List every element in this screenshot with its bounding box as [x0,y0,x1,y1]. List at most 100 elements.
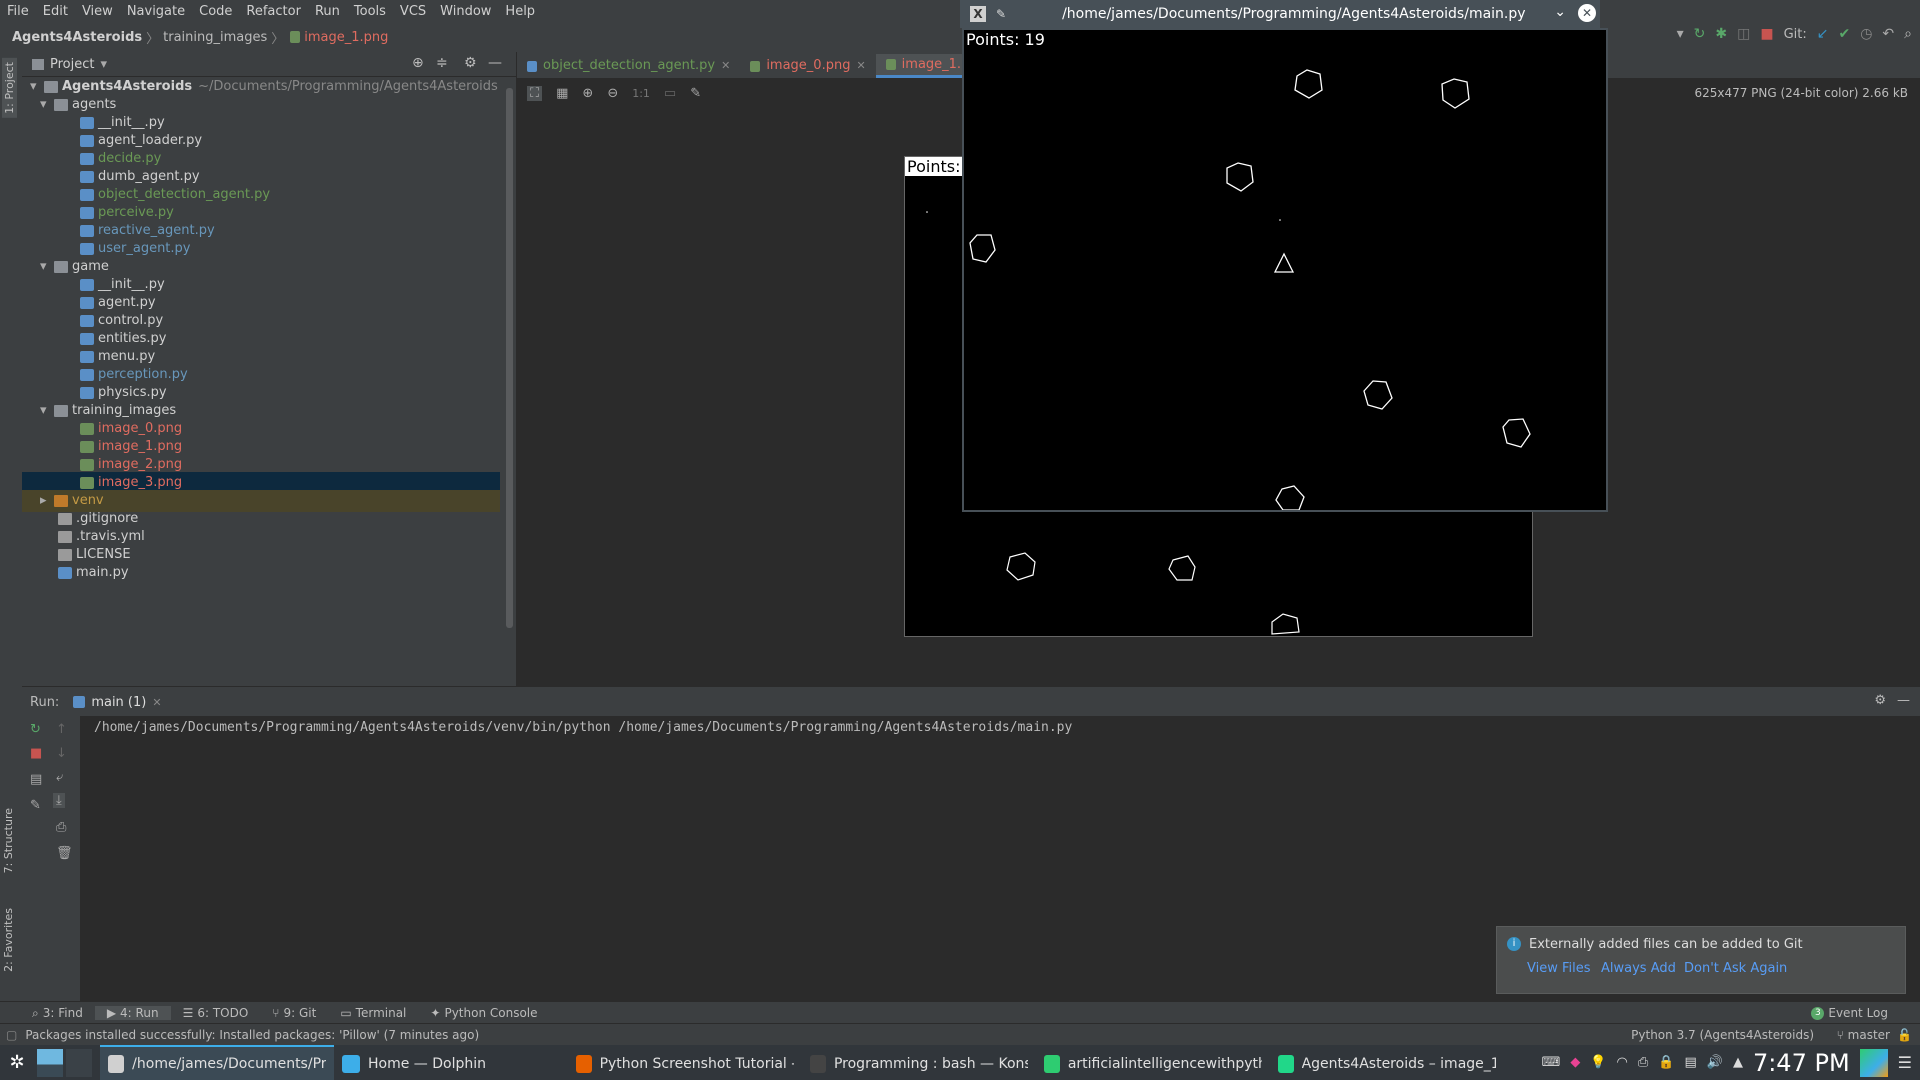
close-icon[interactable]: ✕ [856,54,865,78]
always-add-link[interactable]: Always Add [1601,961,1676,976]
tool-find[interactable]: ⌕ 3: Find [20,1006,95,1021]
minimize-icon[interactable]: — [488,55,502,71]
app-launcher-icon[interactable]: ✲ [0,1052,34,1073]
scroll-to-end-icon[interactable]: ⤓ [53,793,65,808]
up-arrow-icon[interactable]: ↑ [56,722,67,737]
menu-icon[interactable]: ☰ [1898,1053,1912,1072]
tool-todo[interactable]: ☰ 6: TODO [171,1006,261,1020]
dont-ask-again-link[interactable]: Don't Ask Again [1684,961,1787,976]
wifi-icon[interactable]: ◠ [1617,1055,1628,1070]
expand-tray-icon[interactable]: ▲ [1733,1055,1743,1070]
chevron-down-icon[interactable]: ⌄ [1554,4,1566,20]
git-branch[interactable]: ⑂ master [1837,1028,1890,1042]
breadcrumb-folder[interactable]: training_images [159,30,271,45]
taskbar-task[interactable]: /home/james/Documents/Pro... [100,1045,334,1080]
close-icon[interactable]: ✕ [152,696,161,709]
menu-edit[interactable]: Edit [36,4,75,19]
pin-icon[interactable]: ✎ [30,798,41,813]
editor-tab[interactable]: image_0.png ✕ [740,54,875,78]
view-files-link[interactable]: View Files [1527,961,1591,976]
git-commit-icon[interactable]: ✔ [1838,26,1850,42]
git-rollback-icon[interactable]: ↶ [1882,26,1894,42]
gear-icon[interactable]: ⚙ [464,55,477,71]
run-tab-main[interactable]: main (1) [91,695,146,710]
tab-project[interactable]: 1: Project [2,58,17,118]
taskbar-task[interactable]: Python Screenshot Tutorial - H... [568,1045,802,1080]
zoom-in-icon[interactable]: ⊕ [582,86,593,101]
project-panel-title[interactable]: Project [50,57,94,72]
close-icon[interactable]: ✕ [721,54,730,78]
coverage-icon[interactable]: ◫ [1737,26,1750,42]
lightbulb-icon[interactable]: 💡 [1590,1055,1606,1070]
status-message[interactable]: Packages installed successfully: Install… [25,1028,479,1042]
interpreter-label[interactable]: Python 3.7 (Agents4Asteroids) [1631,1028,1814,1042]
clipboard-icon[interactable]: ▤ [1684,1055,1696,1070]
stop-icon[interactable]: ■ [1760,26,1773,42]
menu-window[interactable]: Window [433,4,498,19]
game-canvas[interactable]: Points: 19 [962,28,1608,512]
zoom-out-icon[interactable]: ⊖ [607,86,618,101]
tree-scrollbar[interactable] [506,88,513,628]
taskbar-task[interactable]: Home — Dolphin [334,1045,568,1080]
menu-code[interactable]: Code [192,4,239,19]
menu-file[interactable]: File [0,4,36,19]
tool-git[interactable]: ⑂ 9: Git [260,1006,328,1020]
minimize-icon[interactable]: — [1897,693,1910,708]
keyboard-icon[interactable]: ⌨ [1542,1055,1561,1070]
taskbar-task[interactable]: Programming : bash — Konsole [802,1045,1036,1080]
actual-size-label[interactable]: 1:1 [632,87,650,100]
debug-icon[interactable]: ✱ [1715,26,1727,42]
locate-icon[interactable]: ⊕ [412,55,424,71]
menu-run[interactable]: Run [308,4,347,19]
rerun-icon[interactable]: ↻ [30,722,41,737]
desktop-pager-1[interactable] [37,1048,63,1077]
soft-wrap-icon[interactable]: ⤶ [56,770,63,785]
fit-to-window-icon[interactable]: ⛶ [527,85,543,101]
menu-tools[interactable]: Tools [347,4,393,19]
git-update-icon[interactable]: ↙ [1817,26,1829,42]
clock[interactable]: 7:47 PM [1753,1049,1850,1077]
status-window-icon[interactable]: ▢ [6,1028,17,1042]
tool-run[interactable]: ▶ 4: Run [94,1006,171,1020]
search-everywhere-icon[interactable]: ⌕ [1904,26,1912,42]
layout-icon[interactable]: ▤ [30,772,42,787]
pin-icon[interactable]: ✎ [996,7,1006,21]
breadcrumb-file[interactable]: image_1.png [300,30,392,45]
menu-view[interactable]: View [75,4,120,19]
tool-terminal[interactable]: ▭ Terminal [328,1006,418,1020]
game-window-titlebar[interactable]: X ✎ /home/james/Documents/Programming/Ag… [960,0,1600,28]
lock-icon[interactable]: 🔒 [1658,1055,1674,1070]
app-tray-icon[interactable]: ◆ [1570,1055,1580,1070]
down-arrow-icon[interactable]: ↓ [56,746,67,761]
show-desktop-icon[interactable] [1859,1048,1888,1077]
menu-help[interactable]: Help [498,4,542,19]
trash-icon[interactable]: 🗑 [56,846,73,861]
close-icon[interactable]: ✕ [1578,4,1596,22]
tool-event-log[interactable]: 3 Event Log [1799,1006,1900,1020]
print-icon[interactable]: ⎙ [56,820,66,835]
color-picker-icon[interactable]: ✎ [690,86,701,101]
grid-icon[interactable]: ▦ [556,86,568,101]
stop-icon[interactable]: ■ [30,746,42,761]
git-history-icon[interactable]: ◷ [1860,26,1872,42]
editor-tab[interactable]: object_detection_agent.py ✕ [517,54,740,78]
desktop-pager-2[interactable] [66,1048,92,1077]
run-config-dropdown-icon[interactable]: ▾ [1677,26,1684,42]
menu-navigate[interactable]: Navigate [120,4,192,19]
collapse-all-icon[interactable]: ≑ [436,55,448,71]
tab-structure[interactable]: 7: Structure [2,808,15,873]
gear-icon[interactable]: ⚙ [1874,693,1886,708]
volume-icon[interactable]: 🔊 [1707,1055,1723,1070]
background-toggle-icon[interactable]: ▭ [664,86,676,101]
tree-file[interactable]: main.py [22,562,500,584]
lock-icon[interactable]: 🔓 [1897,1028,1912,1042]
taskbar-task[interactable]: artificialintelligencewithpytho... [1036,1045,1270,1080]
menu-vcs[interactable]: VCS [393,4,433,19]
menu-refactor[interactable]: Refactor [239,4,308,19]
rerun-icon[interactable]: ↻ [1694,26,1706,42]
printer-icon[interactable]: ⎙ [1638,1055,1648,1070]
tool-python-console[interactable]: ✦ Python Console [418,1006,549,1020]
breadcrumb-project[interactable]: Agents4Asteroids [0,30,146,45]
chevron-down-icon[interactable]: ▾ [100,57,107,72]
taskbar-task[interactable]: Agents4Asteroids – image_1.p... [1270,1045,1504,1080]
